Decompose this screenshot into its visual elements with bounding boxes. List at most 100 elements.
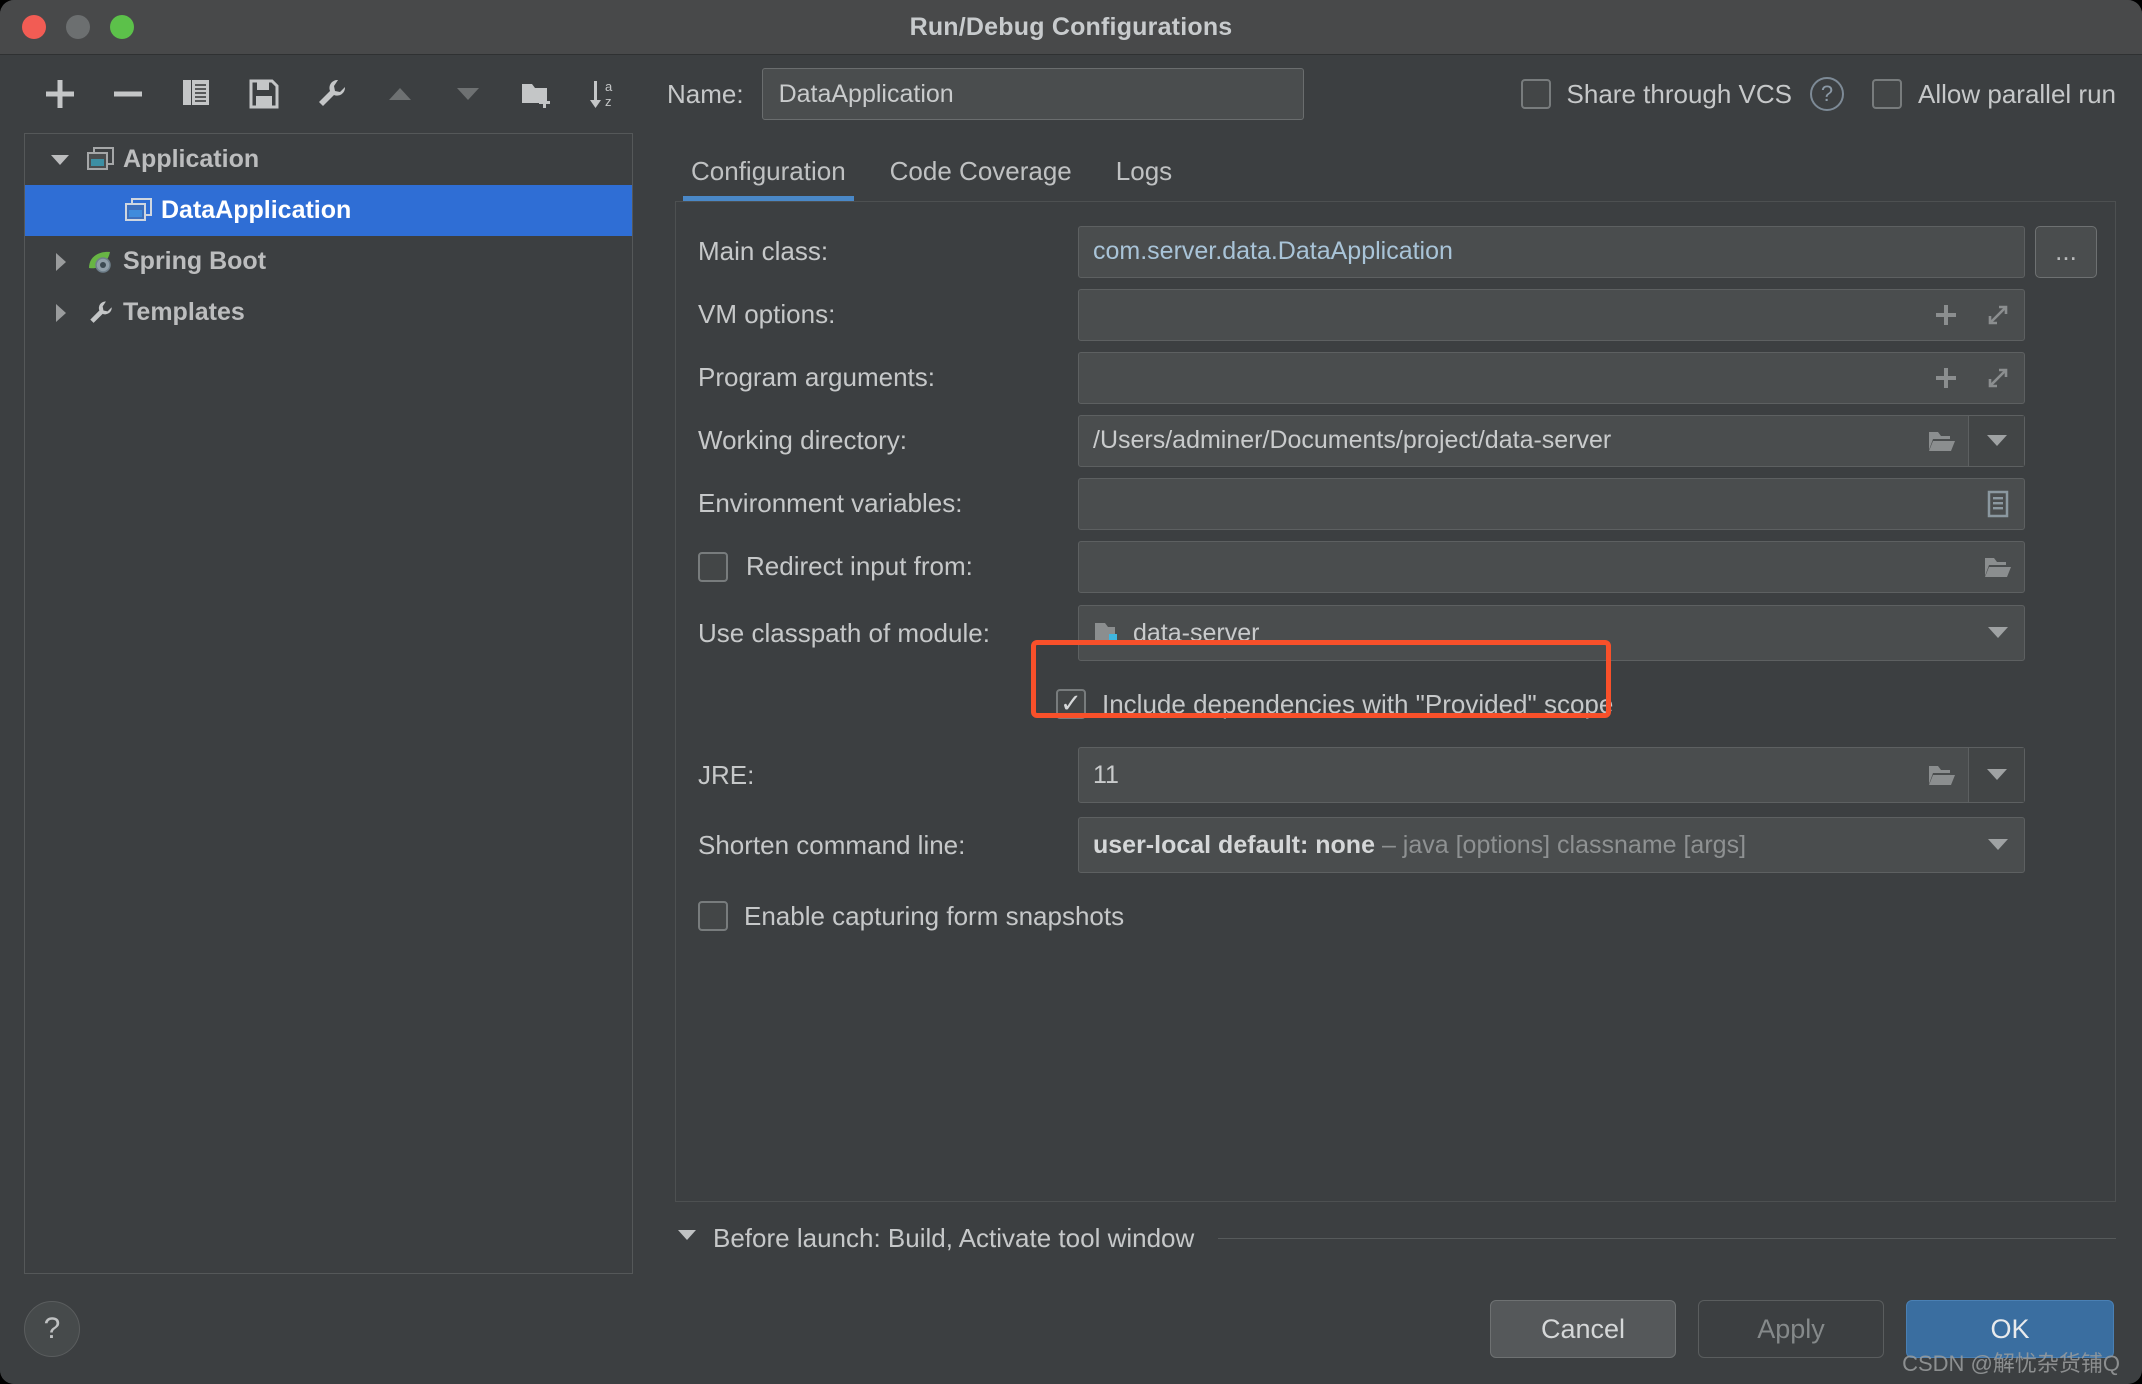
minimize-window-button[interactable] <box>66 15 90 39</box>
shorten-command-line-select[interactable]: user-local default: none – java [options… <box>1078 817 2025 873</box>
traffic-lights <box>22 15 134 39</box>
new-folder-button[interactable] <box>502 66 570 122</box>
chevron-down-icon[interactable] <box>1968 415 2024 466</box>
enable-snapshots-row: Enable capturing form snapshots <box>676 880 2115 952</box>
right-panel: Name: DataApplication Share through VCS … <box>655 55 2142 1384</box>
classpath-module-label: Use classpath of module: <box>698 617 990 648</box>
chevron-down-icon[interactable] <box>1968 748 2024 802</box>
jre-icons <box>1916 748 2024 802</box>
program-arguments-label: Program arguments: <box>698 362 935 392</box>
window-body: a z Application DataApplication Spring B… <box>0 55 2142 1384</box>
jre-select[interactable]: 11 <box>1078 747 2025 803</box>
plus-icon[interactable] <box>1920 290 1972 340</box>
before-launch-label: Before launch: Build, Activate tool wind… <box>713 1222 1195 1253</box>
include-provided-label: Include dependencies with "Provided" sco… <box>1102 688 1614 719</box>
program-arguments-row: Program arguments: <box>676 346 2115 409</box>
include-provided-checkbox[interactable] <box>1056 689 1086 719</box>
shorten-value-main: user-local default: none <box>1093 830 1375 859</box>
chevron-down-icon[interactable] <box>1972 606 2024 660</box>
plus-icon[interactable] <box>1920 353 1972 403</box>
folder-icon[interactable] <box>1972 542 2024 592</box>
enable-snapshots-checkbox[interactable] <box>698 901 728 931</box>
cancel-button[interactable]: Cancel <box>1490 1300 1676 1358</box>
apply-button[interactable]: Apply <box>1698 1300 1884 1358</box>
vm-options-input[interactable] <box>1078 288 2025 341</box>
folder-icon[interactable] <box>1916 416 1968 466</box>
share-through-vcs-checkbox[interactable] <box>1520 79 1551 109</box>
window-title: Run/Debug Configurations <box>909 12 1233 41</box>
name-label: Name: <box>667 78 744 109</box>
left-footer: ? <box>0 1274 655 1384</box>
environment-variables-input[interactable] <box>1078 477 2025 530</box>
copy-icon <box>179 77 213 111</box>
tree-item-label: Spring Boot <box>123 247 267 275</box>
copy-configuration-button[interactable] <box>162 66 230 122</box>
dialog-footer: Cancel Apply OK CSDN @解忧杂货铺Q <box>655 1274 2142 1384</box>
before-launch-section[interactable]: Before launch: Build, Activate tool wind… <box>675 1202 2116 1274</box>
jre-value: 11 <box>1093 760 1119 789</box>
chevron-right-icon[interactable] <box>41 302 79 324</box>
working-directory-label: Working directory: <box>698 425 908 455</box>
tab-logs[interactable]: Logs <box>1094 156 1194 201</box>
chevron-down-icon[interactable] <box>1972 818 2024 872</box>
classpath-module-icons <box>1972 606 2024 660</box>
redirect-input-row: Redirect input from: <box>676 535 2115 598</box>
zoom-window-button[interactable] <box>110 15 134 39</box>
folder-add-icon <box>519 77 553 111</box>
main-class-browse-button[interactable]: ... <box>2035 225 2097 278</box>
list-edit-icon[interactable] <box>1972 479 2024 529</box>
environment-variables-icons <box>1972 479 2024 529</box>
tree-item-dataapplication[interactable]: DataApplication <box>25 185 632 236</box>
folder-icon[interactable] <box>1916 748 1968 802</box>
spring-boot-icon <box>79 248 123 276</box>
sort-configurations-button[interactable]: a z <box>570 66 638 122</box>
classpath-module-value: data-server <box>1133 618 1260 647</box>
remove-configuration-button[interactable] <box>94 66 162 122</box>
expand-icon[interactable] <box>1972 290 2024 340</box>
main-class-input[interactable]: com.server.data.DataApplication <box>1078 225 2025 278</box>
save-configuration-button[interactable] <box>230 66 298 122</box>
classpath-module-select[interactable]: data-server <box>1078 605 2025 661</box>
allow-parallel-run-checkbox[interactable] <box>1872 79 1903 109</box>
close-window-button[interactable] <box>22 15 46 39</box>
redirect-input-field[interactable] <box>1078 540 2025 593</box>
add-configuration-button[interactable] <box>26 66 94 122</box>
edit-templates-button[interactable] <box>298 66 366 122</box>
svg-text:z: z <box>605 94 612 109</box>
ok-button[interactable]: OK <box>1906 1300 2114 1358</box>
expand-icon[interactable] <box>1972 353 2024 403</box>
chevron-down-icon[interactable] <box>41 149 79 171</box>
left-panel: a z Application DataApplication Spring B… <box>0 55 655 1384</box>
configurations-tree[interactable]: Application DataApplication Spring Boot … <box>24 133 633 1274</box>
jre-row: JRE: 11 <box>676 740 2115 810</box>
program-arguments-icons <box>1920 353 2024 403</box>
tab-code-coverage[interactable]: Code Coverage <box>868 156 1094 201</box>
move-down-button[interactable] <box>434 66 502 122</box>
tab-configuration[interactable]: Configuration <box>669 156 868 201</box>
name-input[interactable]: DataApplication <box>761 68 1304 120</box>
working-directory-input[interactable]: /Users/adminer/Documents/project/data-se… <box>1078 414 2025 467</box>
configurations-toolbar: a z <box>0 55 655 133</box>
save-icon <box>247 77 281 111</box>
tree-item-templates[interactable]: Templates <box>25 287 632 338</box>
chevron-right-icon[interactable] <box>41 251 79 273</box>
configuration-form-panel: Main class: com.server.data.DataApplicat… <box>675 201 2116 1202</box>
tree-item-spring-boot[interactable]: Spring Boot <box>25 236 632 287</box>
help-icon[interactable]: ? <box>1810 77 1845 111</box>
tree-item-application[interactable]: Application <box>25 134 632 185</box>
tab-bar: Configuration Code Coverage Logs <box>655 133 2142 201</box>
title-bar: Run/Debug Configurations <box>0 0 2142 55</box>
move-up-button[interactable] <box>366 66 434 122</box>
environment-variables-label: Environment variables: <box>698 488 963 518</box>
program-arguments-input[interactable] <box>1078 351 2025 404</box>
vm-options-icons <box>1920 290 2024 340</box>
wrench-icon <box>315 77 349 111</box>
application-run-icon <box>117 197 161 225</box>
main-class-value: com.server.data.DataApplication <box>1093 237 1453 265</box>
redirect-input-icons <box>1972 542 2024 592</box>
working-directory-row: Working directory: /Users/adminer/Docume… <box>676 409 2115 472</box>
redirect-input-checkbox[interactable] <box>698 551 728 582</box>
enable-snapshots-label: Enable capturing form snapshots <box>744 900 1125 931</box>
help-button[interactable]: ? <box>24 1301 80 1357</box>
chevron-down-icon[interactable] <box>675 1223 699 1254</box>
